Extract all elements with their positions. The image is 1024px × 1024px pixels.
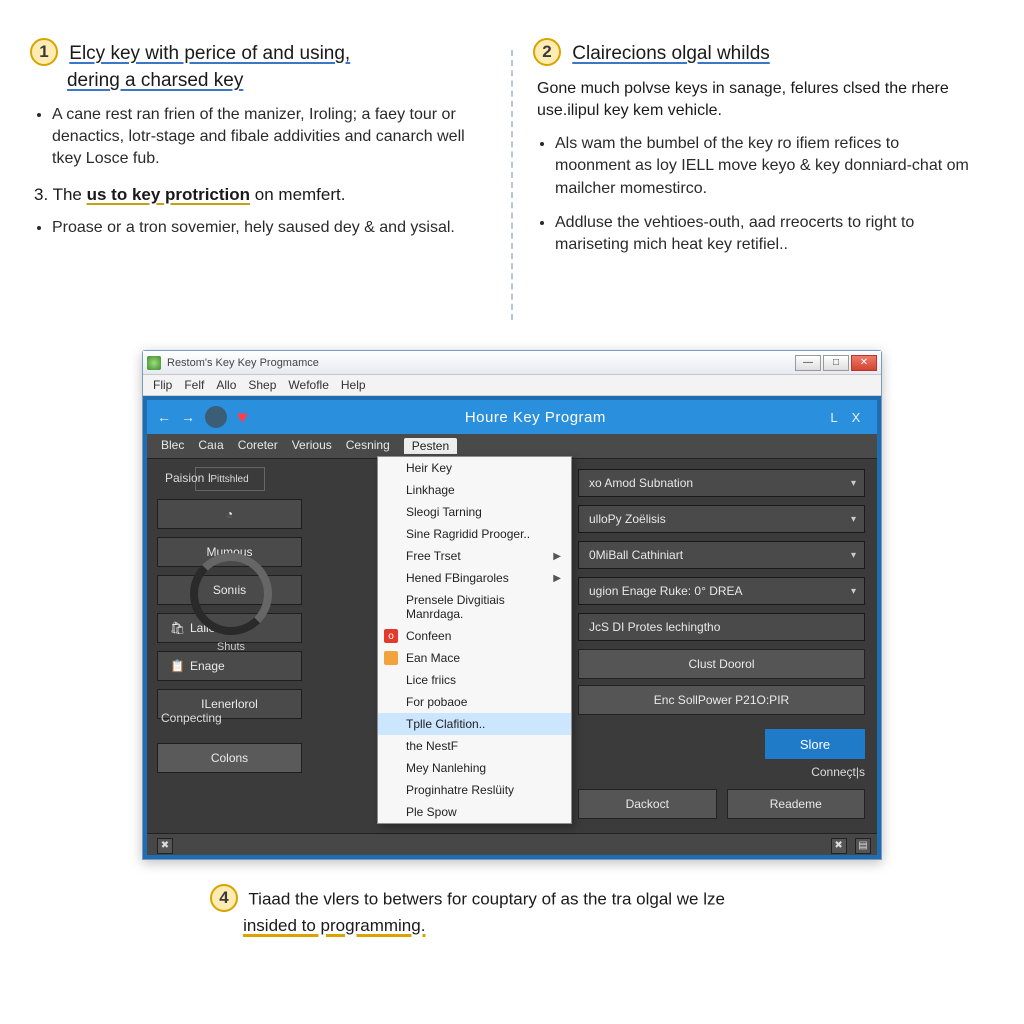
chevron-down-icon: ▾ (851, 478, 856, 489)
orange-square-icon (384, 651, 398, 665)
dropdown-amod[interactable]: xo Amod Subnation▾ (578, 469, 865, 497)
reademe-button[interactable]: Reademe (727, 789, 866, 819)
divider (511, 50, 513, 320)
statusbar-icon-left[interactable]: ✖ (157, 838, 173, 854)
step-4-text-b: insided to programming. (243, 916, 425, 935)
header-X-button[interactable]: X (845, 410, 867, 425)
menu-item-prensele[interactable]: Prensele Divgitiais Manrdaga. (378, 589, 571, 625)
menu-shep[interactable]: Shep (248, 378, 276, 392)
chevron-down-icon: ▾ (851, 550, 856, 561)
statusbar-icon-1[interactable]: ✖ (831, 838, 847, 854)
popup-menu: Heir Key Linkhage Sleogi Tarning Sine Ra… (377, 456, 572, 824)
step-2-block: 2 Clairecions olgal whilds Gone much pol… (533, 40, 994, 320)
app-header: ← → ♥ Houre Key Program L X (147, 400, 877, 434)
menu-help[interactable]: Help (341, 378, 366, 392)
chevron-right-icon: ▶ (553, 573, 561, 584)
menu-item-ple-spow[interactable]: Ple Spow (378, 801, 571, 823)
sidebar-icon-button[interactable]: ◔ (157, 499, 302, 529)
header-L-button[interactable]: L (823, 410, 845, 425)
tab-caia[interactable]: Caıa (198, 438, 223, 454)
minimize-button[interactable]: — (795, 355, 821, 371)
app-title: Houre Key Program (248, 409, 823, 426)
forward-arrow-icon[interactable]: → (181, 409, 195, 425)
colons-button[interactable]: Colons (157, 743, 302, 773)
step-1-heading: 1 Elcy key with perice of and using, der… (30, 40, 471, 94)
menu-item-sine[interactable]: Sine Ragridid Prooger.. (378, 523, 571, 545)
menu-flip[interactable]: Flip (153, 378, 172, 392)
tab-verious[interactable]: Verious (292, 438, 332, 454)
menu-item-lice[interactable]: Lice friics (378, 669, 571, 691)
tab-coreter[interactable]: Coreter (238, 438, 278, 454)
step-2-list: Als wam the bumbel of the key ro ifiem r… (533, 133, 974, 257)
chevron-down-icon: ▾ (851, 514, 856, 525)
dropdown-ugion[interactable]: ugion Enage Ruke: 0° DREA▾ (578, 577, 865, 605)
menu-item-proginhatre[interactable]: Proginhatre Reslüity (378, 779, 571, 801)
tab-blec[interactable]: Blec (161, 438, 184, 454)
step-4-badge: 4 (210, 884, 238, 912)
step-1-title-b: dering a charsed key (67, 70, 243, 91)
tab-pesten[interactable]: Pesten (404, 438, 457, 454)
heart-icon[interactable]: ♥ (237, 407, 248, 428)
menu-item-free-trset[interactable]: Free Trset▶ (378, 545, 571, 567)
gauge-icon: ◔ (226, 507, 233, 521)
tab-cesning[interactable]: Cesning (346, 438, 390, 454)
dropdown-ullopy[interactable]: ulloPy Zoëlisis▾ (578, 505, 865, 533)
statusbar-icon-2[interactable]: ▤ (855, 838, 871, 854)
step-1-bullet-1: A cane rest ran frien of the manizer, Ir… (52, 104, 471, 171)
step-2-title: Clairecions olgal whilds (572, 43, 769, 64)
maximize-button[interactable]: □ (823, 355, 849, 371)
app-window: Restom's Key Key Progmamce — □ ✕ Flip Fe… (142, 350, 882, 860)
menu-item-for-pobaoe[interactable]: For pobaoe (378, 691, 571, 713)
step-2-heading: 2 Clairecions olgal whilds (533, 40, 974, 68)
dropdown-jcs[interactable]: JcS DI Protes lechingtho (578, 613, 865, 641)
back-arrow-icon[interactable]: ← (157, 409, 171, 425)
step-1-badge: 1 (30, 38, 58, 66)
clust-doorol-button[interactable]: Clust Doorol (578, 649, 865, 679)
app-icon (147, 356, 161, 370)
round-icon[interactable] (205, 406, 227, 428)
step-1-bullet-2: Proase or a tron sovemier, hely saused d… (52, 217, 471, 239)
connecting-label: Conpecting (161, 711, 222, 725)
chevron-down-icon: ▾ (851, 586, 856, 597)
store-button[interactable]: Slore (765, 729, 865, 759)
menu-item-ean-mace[interactable]: Ean Mace (378, 647, 571, 669)
dropdown-omiball[interactable]: 0MiBall Cathiniart▾ (578, 541, 865, 569)
step-2-bullet-2: Addluse the vehtioes-outh, aad rreocerts… (555, 212, 974, 257)
center-gauge: Shuts (171, 553, 291, 673)
menu-item-sleogi[interactable]: Sleogi Tarning (378, 501, 571, 523)
step-2-para: Gone much polvse keys in sanage, felures… (537, 78, 974, 123)
statusbar: ✖ ✖ ▤ (147, 833, 877, 855)
chevron-right-icon: ▶ (553, 551, 561, 562)
step-1-list-2: Proase or a tron sovemier, hely saused d… (30, 217, 471, 239)
enc-sollpower-button[interactable]: Enc SollPower P21O:PIR (578, 685, 865, 715)
step-2-badge: 2 (533, 38, 561, 66)
step-1-list: A cane rest ran frien of the manizer, Ir… (30, 104, 471, 171)
menu-allo[interactable]: Allo (216, 378, 236, 392)
step-4-block: 4 Tiaad the vlers to betwers for couptar… (210, 886, 994, 939)
menu-item-heir-key[interactable]: Heir Key (378, 457, 571, 479)
menu-felf[interactable]: Felf (184, 378, 204, 392)
window-title: Restom's Key Key Progmamce (167, 357, 793, 369)
close-button[interactable]: ✕ (851, 355, 877, 371)
menubar: Flip Felf Allo Shep Wefofle Help (143, 375, 881, 396)
step-4-text-a: Tiaad the vlers to betwers for couptary … (248, 889, 725, 908)
step-2-bullet-1: Als wam the bumbel of the key ro ifiem r… (555, 133, 974, 200)
titlebar[interactable]: Restom's Key Key Progmamce — □ ✕ (143, 351, 881, 375)
menu-item-hened[interactable]: Hened FBingaroles▶ (378, 567, 571, 589)
menu-wefofle[interactable]: Wefofle (288, 378, 328, 392)
section-label: Paision I (165, 471, 211, 485)
menu-item-mey[interactable]: Mey Nanlehing (378, 757, 571, 779)
gauge-ring-icon (190, 553, 272, 635)
menu-item-confeen[interactable]: oConfeen (378, 625, 571, 647)
step-1-title-a: Elcy key with perice of and using, (69, 43, 350, 64)
red-square-icon: o (384, 629, 398, 643)
menu-item-linkhage[interactable]: Linkhage (378, 479, 571, 501)
menu-item-tplle[interactable]: Tplle Clafition.. (378, 713, 571, 735)
connects-link[interactable]: Conneçt|s (811, 765, 865, 779)
step-1-sub3: 3. The us to key protriction on memfert. (34, 185, 471, 205)
dackoct-button[interactable]: Dackoct (578, 789, 717, 819)
menu-item-the-nestf[interactable]: the NestF (378, 735, 571, 757)
shuts-label: Shuts (171, 641, 291, 653)
step-1-block: 1 Elcy key with perice of and using, der… (30, 40, 491, 320)
